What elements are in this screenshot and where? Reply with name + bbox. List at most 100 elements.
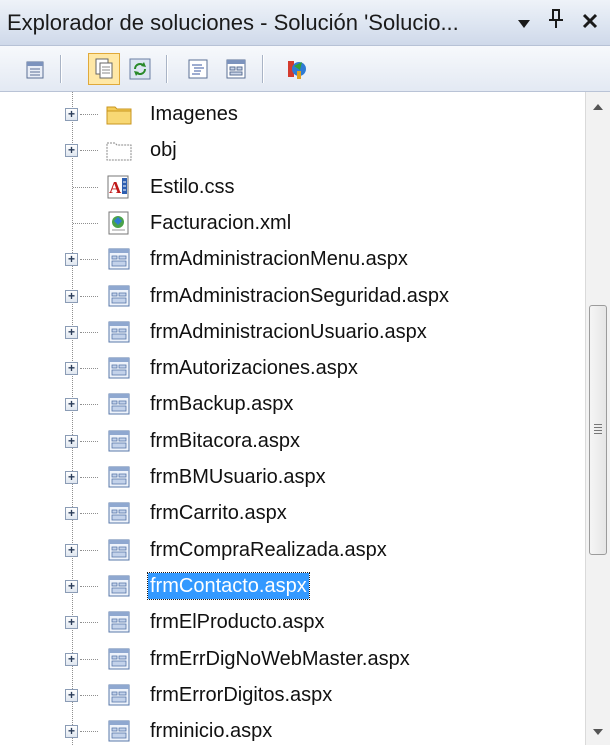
tree-item[interactable]: A Estilo.css: [0, 170, 585, 204]
tree-item-label: frmAdministracionSeguridad.aspx: [150, 284, 450, 307]
tree-item[interactable]: + frmErrorDigitos.aspx: [0, 678, 585, 712]
tree-item[interactable]: + frmBackup.aspx: [0, 387, 585, 421]
aspx-file-icon: [106, 500, 132, 526]
tree-item-label: frminicio.aspx: [150, 720, 273, 743]
tree-connector: [80, 477, 98, 478]
aspx-file-icon: [106, 355, 132, 381]
tree-item-label: frmElProducto.aspx: [150, 611, 325, 634]
tree-connector: [80, 549, 98, 551]
tree-item[interactable]: + frmErrDigNoWebMaster.aspx: [0, 642, 585, 676]
expand-icon[interactable]: +: [65, 725, 78, 739]
tree-item[interactable]: + frmContacto.aspx: [0, 569, 585, 603]
tree-item[interactable]: + frmBMUsuario.aspx: [0, 460, 585, 494]
expand-icon[interactable]: +: [65, 434, 78, 448]
aspx-file-icon: [106, 246, 132, 272]
view-designer-button[interactable]: [220, 53, 252, 85]
window-position-dropdown-icon[interactable]: [512, 9, 536, 35]
tree-connector: [80, 150, 98, 152]
aspx-file-icon: [106, 464, 132, 490]
aspx-file-icon: [106, 428, 132, 454]
close-icon[interactable]: [578, 9, 602, 35]
expand-icon[interactable]: +: [65, 362, 78, 376]
tree-connector: [80, 295, 98, 297]
aspx-file-icon: [106, 283, 132, 309]
expand-icon[interactable]: +: [65, 289, 78, 303]
aspx-file-icon: [106, 537, 132, 563]
tree-connector: [80, 404, 98, 406]
tree-item-label: frmContacto.aspx: [147, 571, 310, 600]
expand-icon[interactable]: +: [65, 398, 78, 412]
tree-item[interactable]: + frmAdministracionMenu.aspx: [0, 242, 585, 276]
view-code-button[interactable]: [182, 53, 214, 85]
tree-connector: [80, 694, 98, 696]
expand-icon[interactable]: +: [65, 471, 78, 484]
tree-item-label: frmAutorizaciones.aspx: [150, 357, 358, 380]
expand-icon[interactable]: +: [65, 688, 78, 702]
properties-icon: [26, 61, 44, 79]
aspx-file-icon: [106, 391, 132, 417]
tree-connector: [80, 368, 98, 370]
tree-connector: [80, 658, 98, 660]
refresh-button[interactable]: [124, 53, 156, 85]
aspx-file-icon: [106, 319, 132, 345]
aspx-file-icon: [106, 718, 132, 744]
tree-item-label: frmBitacora.aspx: [150, 429, 301, 452]
scroll-up-icon[interactable]: [586, 94, 610, 118]
aspx-file-icon: [106, 609, 132, 635]
tree-connector: [73, 186, 98, 188]
tree-item-label: frmAdministracionMenu.aspx: [150, 248, 408, 271]
tree-item[interactable]: + frmAdministracionUsuario.aspx: [0, 315, 585, 349]
tree-item-label: Estilo.css: [150, 175, 235, 198]
expand-icon[interactable]: +: [65, 652, 78, 666]
tree-connector: [73, 222, 98, 224]
tree-item-label: frmErrorDigitos.aspx: [150, 683, 333, 706]
tree-item[interactable]: + frmBitacora.aspx: [0, 424, 585, 458]
tree-item[interactable]: + frmAdministracionSeguridad.aspx: [0, 279, 585, 313]
show-all-files-icon: [95, 58, 113, 79]
aspx-file-icon: [106, 682, 132, 708]
tree-item[interactable]: + frmCarrito.aspx: [0, 496, 585, 530]
view-code-icon: [188, 59, 208, 79]
tree-item[interactable]: + Imagenes: [0, 97, 585, 131]
tree-item-label: frmBackup.aspx: [150, 393, 294, 416]
tree-connector: [80, 622, 98, 624]
tree-connector: [80, 585, 98, 587]
expand-icon[interactable]: +: [65, 144, 78, 158]
expand-icon[interactable]: +: [65, 543, 78, 557]
tree-connector: [80, 331, 98, 333]
tree-item[interactable]: + frminicio.aspx: [0, 714, 585, 745]
tree-connector: [80, 114, 98, 115]
aspx-file-icon: [106, 646, 132, 672]
expand-icon[interactable]: +: [65, 325, 78, 339]
copy-website-icon: [288, 61, 306, 79]
tree-connector: [80, 259, 98, 261]
toolbar: [0, 46, 610, 92]
tree-item[interactable]: Facturacion.xml: [0, 206, 585, 240]
vertical-scrollbar[interactable]: [585, 92, 610, 745]
tree-item[interactable]: + frmAutorizaciones.aspx: [0, 351, 585, 385]
pin-icon[interactable]: [544, 9, 568, 35]
scrollbar-thumb[interactable]: [589, 305, 607, 555]
expand-icon[interactable]: +: [65, 507, 78, 521]
tree-item-label: Facturacion.xml: [150, 211, 292, 234]
tree-item-label: frmAdministracionUsuario.aspx: [150, 320, 427, 343]
tree-connector: [80, 731, 98, 733]
tree-connector: [80, 440, 98, 442]
tree-item-label: frmBMUsuario.aspx: [150, 466, 326, 488]
tree-item-label: frmCarrito.aspx: [150, 502, 287, 525]
tree-item-label: frmCompraRealizada.aspx: [150, 538, 387, 561]
folder-outline-icon: [106, 137, 132, 163]
tree-item[interactable]: + obj: [0, 133, 585, 167]
properties-button[interactable]: [20, 53, 52, 85]
scroll-down-icon[interactable]: [586, 719, 610, 743]
refresh-icon: [129, 58, 151, 80]
tree-item[interactable]: + frmCompraRealizada.aspx: [0, 533, 585, 567]
title-bar: Explorador de soluciones - Solución 'Sol…: [0, 0, 610, 46]
tree-item[interactable]: + frmElProducto.aspx: [0, 605, 585, 639]
show-all-files-button[interactable]: [88, 53, 120, 85]
expand-icon[interactable]: +: [65, 108, 78, 121]
expand-icon[interactable]: +: [65, 253, 78, 267]
expand-icon[interactable]: +: [65, 579, 78, 593]
copy-website-button[interactable]: [280, 53, 312, 85]
expand-icon[interactable]: +: [65, 616, 78, 630]
